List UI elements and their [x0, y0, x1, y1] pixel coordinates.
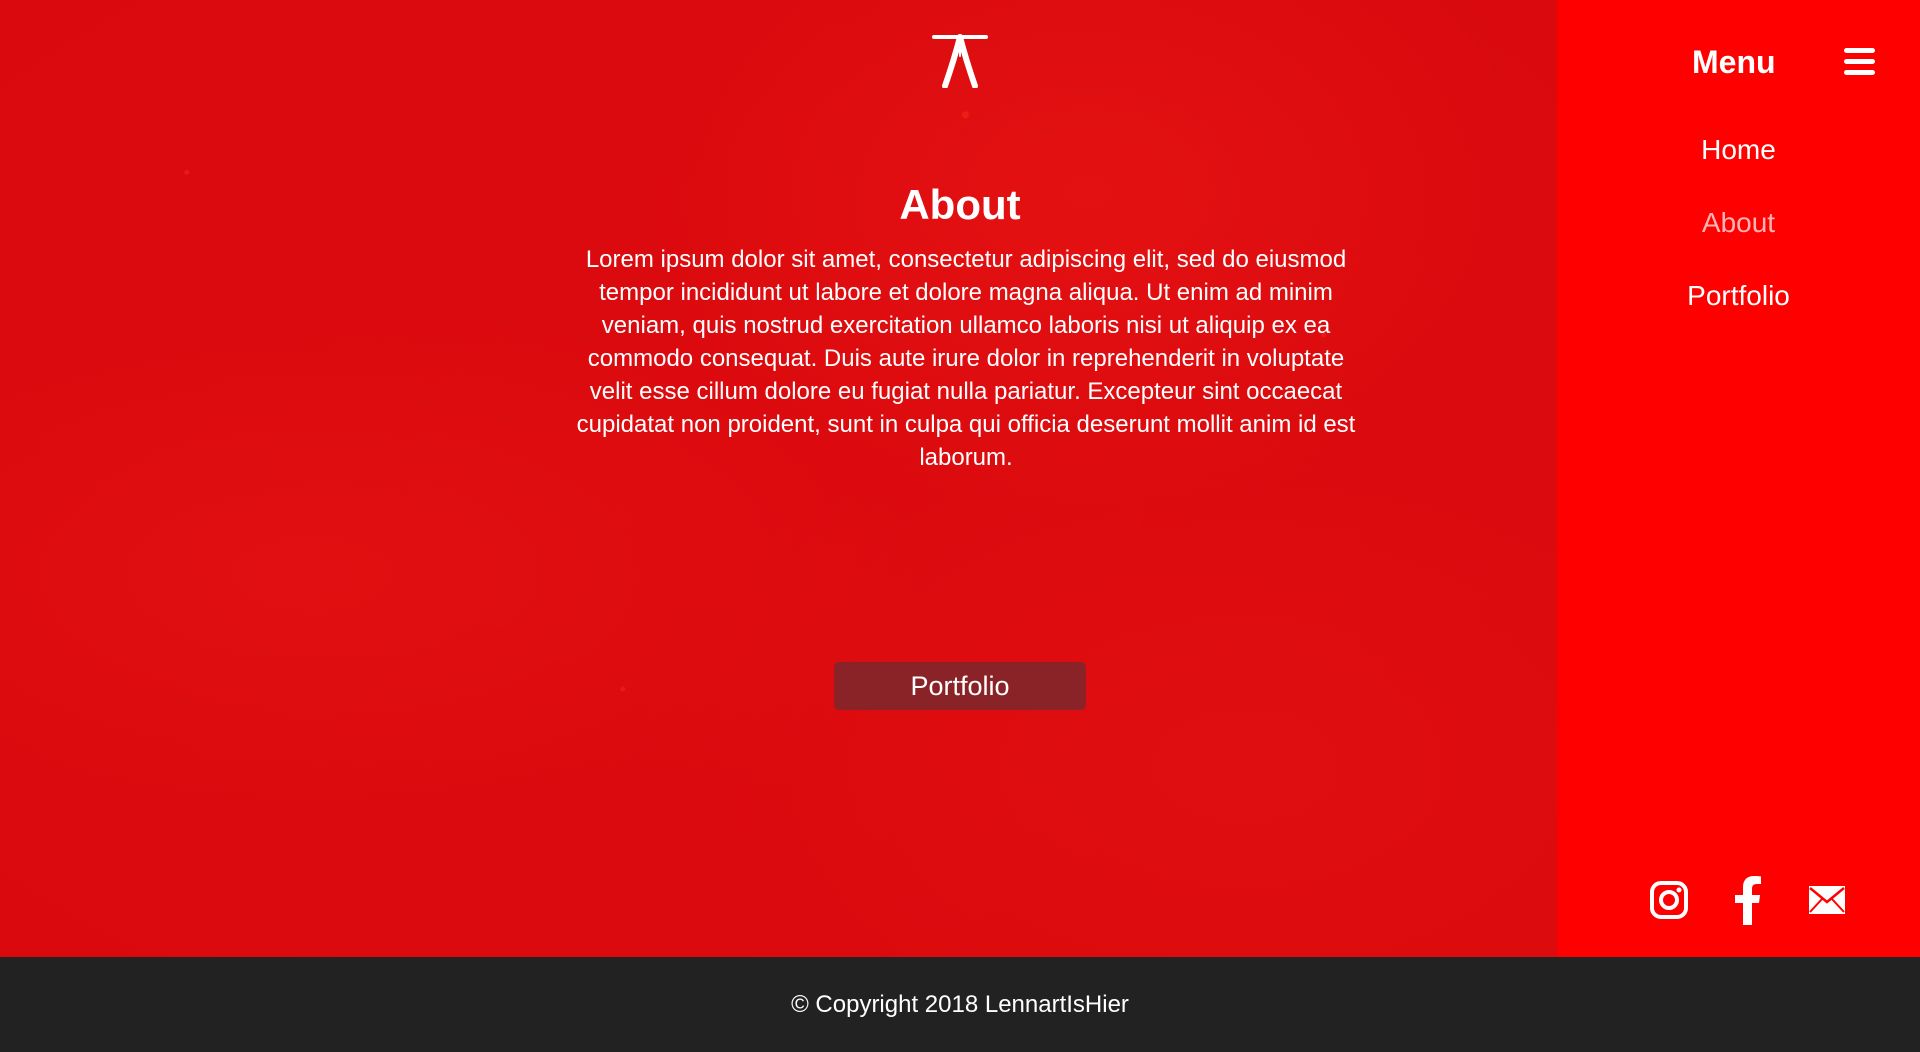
nav-link-about[interactable]: About	[1702, 201, 1775, 245]
social-links	[1557, 873, 1920, 927]
hamburger-icon[interactable]	[1844, 48, 1875, 76]
copyright-text: © Copyright 2018 LennartIsHier	[791, 991, 1129, 1018]
mail-icon[interactable]	[1800, 873, 1854, 927]
page: About Lorem ipsum dolor sit amet, consec…	[0, 0, 1920, 1052]
sidebar-nav: Home About Portfolio	[1557, 128, 1920, 347]
sidebar-item-home: Home	[1557, 128, 1920, 201]
portfolio-button[interactable]: Portfolio	[834, 662, 1086, 710]
sidebar-item-portfolio: Portfolio	[1557, 274, 1920, 347]
tripod-logo-icon[interactable]	[932, 30, 988, 88]
sidebar-menu: Menu Home About Portfolio	[1557, 0, 1920, 957]
about-text: Lorem ipsum dolor sit amet, consectetur …	[576, 246, 1356, 471]
facebook-icon[interactable]	[1720, 873, 1774, 927]
nav-link-portfolio[interactable]: Portfolio	[1687, 274, 1790, 318]
instagram-icon[interactable]	[1642, 873, 1696, 927]
main-content: About Lorem ipsum dolor sit amet, consec…	[0, 0, 1557, 957]
footer: © Copyright 2018 LennartIsHier	[0, 957, 1920, 1052]
menu-title: Menu	[1692, 44, 1776, 80]
nav-link-home[interactable]: Home	[1701, 128, 1776, 172]
sidebar-item-about: About	[1557, 201, 1920, 274]
